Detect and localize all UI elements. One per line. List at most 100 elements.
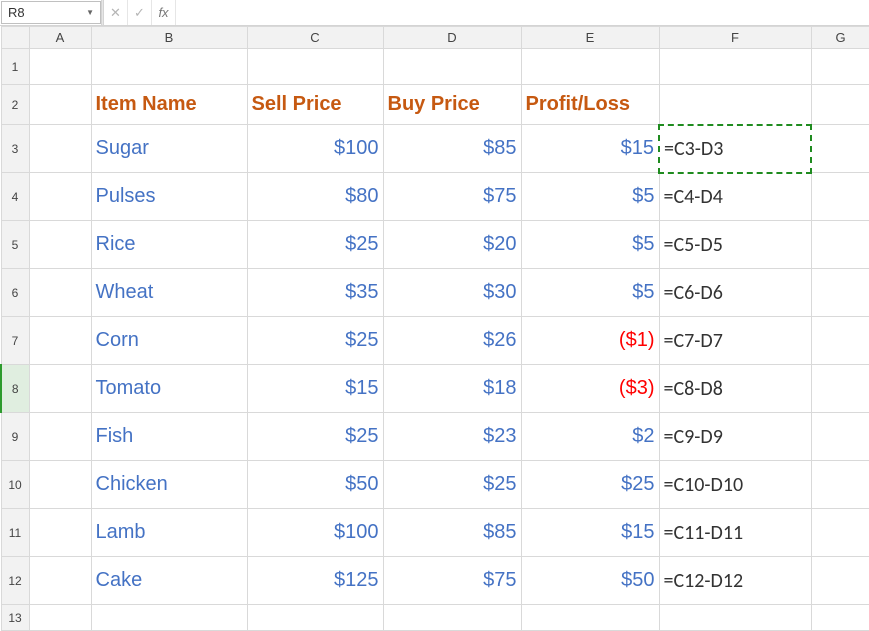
cell-G9[interactable] xyxy=(811,413,869,461)
cell-C5[interactable]: $25 xyxy=(247,221,383,269)
name-box[interactable]: R8 ▼ xyxy=(1,1,101,24)
row-header-9[interactable]: 9 xyxy=(1,413,29,461)
cell-A3[interactable] xyxy=(29,125,91,173)
cell-D12[interactable]: $75 xyxy=(383,557,521,605)
cell-E10[interactable]: $25 xyxy=(521,461,659,509)
cell-A13[interactable] xyxy=(29,605,91,631)
cell-E6[interactable]: $5 xyxy=(521,269,659,317)
cell-C6[interactable]: $35 xyxy=(247,269,383,317)
cell-A2[interactable] xyxy=(29,85,91,125)
cell-B2[interactable]: Item Name xyxy=(91,85,247,125)
cell-E7[interactable]: ($1) xyxy=(521,317,659,365)
cell-C2[interactable]: Sell Price xyxy=(247,85,383,125)
cell-C8[interactable]: $15 xyxy=(247,365,383,413)
cell-F12[interactable]: =C12-D12 xyxy=(659,557,811,605)
cell-B1[interactable] xyxy=(91,49,247,85)
cell-F1[interactable] xyxy=(659,49,811,85)
row-header-13[interactable]: 13 xyxy=(1,605,29,631)
cell-D1[interactable] xyxy=(383,49,521,85)
row-header-5[interactable]: 5 xyxy=(1,221,29,269)
row-header-8[interactable]: 8 xyxy=(1,365,29,413)
cell-A1[interactable] xyxy=(29,49,91,85)
row-header-11[interactable]: 11 xyxy=(1,509,29,557)
cell-G2[interactable] xyxy=(811,85,869,125)
cell-F5[interactable]: =C5-D5 xyxy=(659,221,811,269)
cell-B8[interactable]: Tomato xyxy=(91,365,247,413)
cell-C4[interactable]: $80 xyxy=(247,173,383,221)
cell-G3[interactable] xyxy=(811,125,869,173)
cell-C7[interactable]: $25 xyxy=(247,317,383,365)
cell-F13[interactable] xyxy=(659,605,811,631)
col-header-D[interactable]: D xyxy=(383,27,521,49)
cell-C9[interactable]: $25 xyxy=(247,413,383,461)
col-header-G[interactable]: G xyxy=(811,27,869,49)
cell-E2[interactable]: Profit/Loss xyxy=(521,85,659,125)
cell-B7[interactable]: Corn xyxy=(91,317,247,365)
cell-E11[interactable]: $15 xyxy=(521,509,659,557)
cell-D10[interactable]: $25 xyxy=(383,461,521,509)
cell-D8[interactable]: $18 xyxy=(383,365,521,413)
cell-D4[interactable]: $75 xyxy=(383,173,521,221)
cell-D9[interactable]: $23 xyxy=(383,413,521,461)
cell-G1[interactable] xyxy=(811,49,869,85)
row-header-3[interactable]: 3 xyxy=(1,125,29,173)
col-header-B[interactable]: B xyxy=(91,27,247,49)
cell-G13[interactable] xyxy=(811,605,869,631)
cell-D11[interactable]: $85 xyxy=(383,509,521,557)
cell-G5[interactable] xyxy=(811,221,869,269)
cell-G12[interactable] xyxy=(811,557,869,605)
cell-E4[interactable]: $5 xyxy=(521,173,659,221)
row-header-6[interactable]: 6 xyxy=(1,269,29,317)
cell-B3[interactable]: Sugar xyxy=(91,125,247,173)
cell-B6[interactable]: Wheat xyxy=(91,269,247,317)
cell-A4[interactable] xyxy=(29,173,91,221)
cell-F4[interactable]: =C4-D4 xyxy=(659,173,811,221)
cell-A5[interactable] xyxy=(29,221,91,269)
cell-E13[interactable] xyxy=(521,605,659,631)
cell-G11[interactable] xyxy=(811,509,869,557)
cancel-button[interactable]: ✕ xyxy=(104,0,128,25)
cell-B13[interactable] xyxy=(91,605,247,631)
cell-E9[interactable]: $2 xyxy=(521,413,659,461)
cell-A8[interactable] xyxy=(29,365,91,413)
row-header-10[interactable]: 10 xyxy=(1,461,29,509)
cell-C10[interactable]: $50 xyxy=(247,461,383,509)
cell-B4[interactable]: Pulses xyxy=(91,173,247,221)
cell-D6[interactable]: $30 xyxy=(383,269,521,317)
insert-function-button[interactable]: fx xyxy=(152,0,176,25)
cell-D13[interactable] xyxy=(383,605,521,631)
formula-input[interactable] xyxy=(176,0,869,25)
cell-B11[interactable]: Lamb xyxy=(91,509,247,557)
cell-A11[interactable] xyxy=(29,509,91,557)
col-header-F[interactable]: F xyxy=(659,27,811,49)
col-header-C[interactable]: C xyxy=(247,27,383,49)
cell-G10[interactable] xyxy=(811,461,869,509)
cell-G8[interactable] xyxy=(811,365,869,413)
cell-F2[interactable] xyxy=(659,85,811,125)
cell-C11[interactable]: $100 xyxy=(247,509,383,557)
cell-D7[interactable]: $26 xyxy=(383,317,521,365)
cell-B9[interactable]: Fish xyxy=(91,413,247,461)
cell-E3[interactable]: $15 xyxy=(521,125,659,173)
row-header-1[interactable]: 1 xyxy=(1,49,29,85)
cell-A6[interactable] xyxy=(29,269,91,317)
cell-C13[interactable] xyxy=(247,605,383,631)
cell-G7[interactable] xyxy=(811,317,869,365)
cell-A10[interactable] xyxy=(29,461,91,509)
cell-C3[interactable]: $100 xyxy=(247,125,383,173)
cell-B12[interactable]: Cake xyxy=(91,557,247,605)
cell-D5[interactable]: $20 xyxy=(383,221,521,269)
row-header-12[interactable]: 12 xyxy=(1,557,29,605)
enter-button[interactable]: ✓ xyxy=(128,0,152,25)
cell-B5[interactable]: Rice xyxy=(91,221,247,269)
row-header-2[interactable]: 2 xyxy=(1,85,29,125)
cell-A7[interactable] xyxy=(29,317,91,365)
cell-A9[interactable] xyxy=(29,413,91,461)
col-header-A[interactable]: A xyxy=(29,27,91,49)
cell-D3[interactable]: $85 xyxy=(383,125,521,173)
select-all-button[interactable] xyxy=(1,27,29,49)
cell-G6[interactable] xyxy=(811,269,869,317)
cell-C1[interactable] xyxy=(247,49,383,85)
cell-F7[interactable]: =C7-D7 xyxy=(659,317,811,365)
cell-D2[interactable]: Buy Price xyxy=(383,85,521,125)
